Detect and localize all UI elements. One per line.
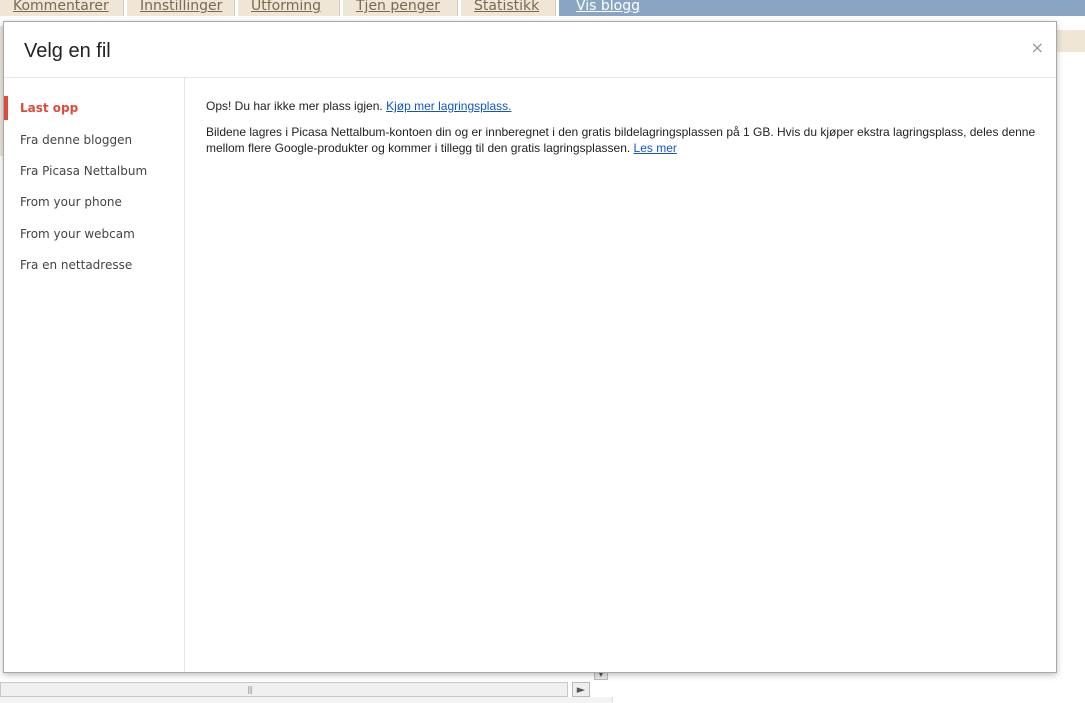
tab-statistikk[interactable]: Statistikk — [461, 0, 556, 16]
background-bottom-edge — [0, 697, 613, 703]
dialog-title: Velg en fil — [24, 40, 111, 62]
nav-item-last-opp[interactable]: Last opp — [4, 96, 184, 120]
tab-kommentarer[interactable]: Kommentarer — [0, 0, 124, 16]
nav-item-fra-picasa-nettalbum[interactable]: Fra Picasa Nettalbum — [4, 159, 184, 183]
buy-storage-link[interactable]: Kjøp mer lagringsplass. — [386, 99, 511, 113]
background-tab-bar: Kommentarer Innstillinger Utforming Tjen… — [0, 0, 1085, 16]
scrollbar-grip-icon: ||| — [247, 685, 253, 694]
tab-innstillinger[interactable]: Innstillinger — [127, 0, 235, 16]
scroll-right-button[interactable]: ► — [572, 682, 590, 697]
tab-utforming[interactable]: Utforming — [238, 0, 340, 16]
learn-more-link[interactable]: Les mer — [634, 141, 677, 155]
dialog-header: Velg en fil × — [4, 22, 1056, 78]
close-icon[interactable]: × — [1031, 38, 1044, 57]
tab-tjen-penger[interactable]: Tjen penger — [343, 0, 458, 16]
upload-content: Ops! Du har ikke mer plass igjen. Kjøp m… — [206, 98, 1036, 166]
storage-full-text: Ops! Du har ikke mer plass igjen. — [206, 99, 383, 113]
nav-item-fra-en-nettadresse[interactable]: Fra en nettadresse — [4, 253, 184, 277]
nav-item-fra-denne-bloggen[interactable]: Fra denne bloggen — [4, 128, 184, 152]
storage-full-message: Ops! Du har ikke mer plass igjen. Kjøp m… — [206, 98, 1036, 114]
source-sidebar: Last opp Fra denne bloggen Fra Picasa Ne… — [4, 78, 185, 672]
background-strip — [1055, 30, 1085, 52]
storage-info-message: Bildene lagres i Picasa Nettalbum-kontoe… — [206, 124, 1036, 156]
tab-vis-blogg[interactable]: Vis blogg — [559, 0, 1085, 16]
horizontal-scrollbar[interactable]: ||| — [0, 682, 568, 697]
file-picker-dialog: Velg en fil × Last opp Fra denne bloggen… — [3, 21, 1057, 673]
nav-item-from-your-phone[interactable]: From your phone — [4, 190, 184, 214]
storage-info-text: Bildene lagres i Picasa Nettalbum-kontoe… — [206, 125, 1036, 155]
nav-item-from-your-webcam[interactable]: From your webcam — [4, 222, 184, 246]
